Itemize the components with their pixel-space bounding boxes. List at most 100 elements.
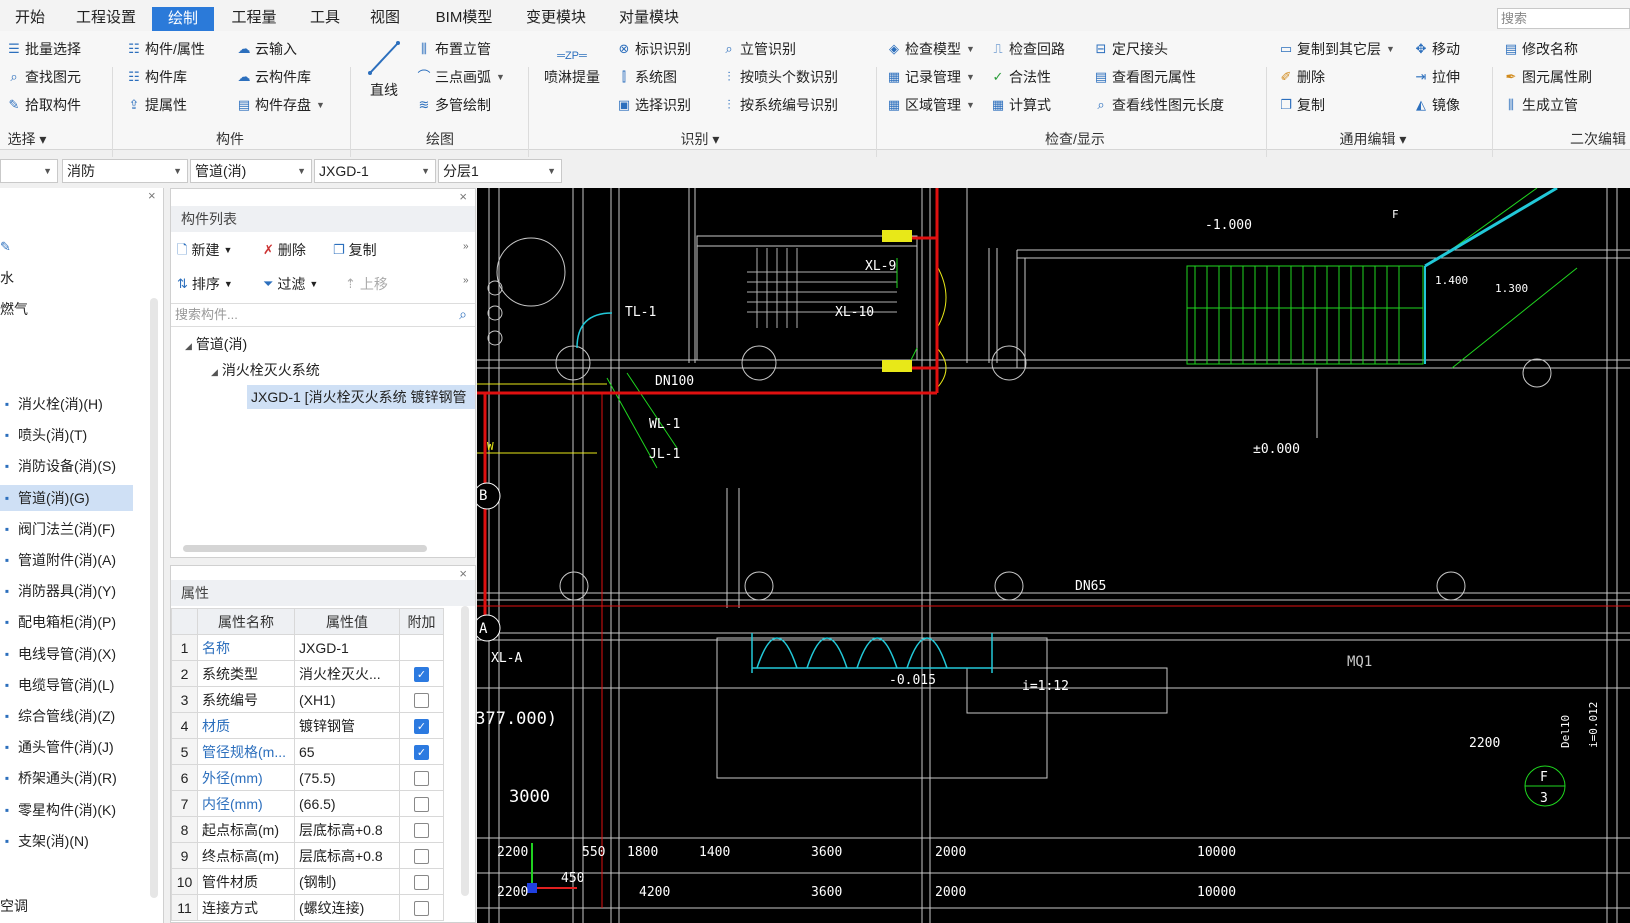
property-row[interactable]: 2 系统类型 消火栓灭火... ✓ [171,660,444,687]
nav-item[interactable]: ▪ 综合管线(消)(Z) [0,703,133,729]
property-row[interactable]: 11 连接方式 (螺纹连接) [171,894,444,921]
nav-item-gas[interactable]: 燃气 [0,296,60,322]
identify-group-label[interactable]: 识别 ▾ [670,130,730,148]
view-linear-length-button[interactable]: ⌕ 查看线性图元长度 [1093,93,1224,117]
place-riser-button[interactable]: ⫼ 布置立管 [416,37,491,61]
stretch-button[interactable]: ⇥ 拉伸 [1413,65,1460,89]
tree-node-root[interactable]: ◢ 管道(消) [185,334,247,354]
property-value[interactable]: (75.5) [294,764,400,791]
nav-scrollbar[interactable] [150,298,158,898]
more-icon[interactable]: » [463,241,469,252]
multi-pipe-button[interactable]: ≋ 多管绘制 [416,93,491,117]
extra-checkbox[interactable] [414,822,429,838]
mirror-button[interactable]: ◭ 镜像 [1413,93,1460,117]
type-select[interactable]: 管道(消) ▼ [190,159,312,183]
tree-node-component[interactable]: JXGD-1 [消火栓灭火系统 镀锌钢管 [247,385,475,409]
arc-3pt-button[interactable]: ⌒ 三点画弧 ▼ [416,65,504,89]
record-management-button[interactable]: ▦ 记录管理 ▼ [886,65,975,89]
extra-checkbox[interactable] [414,848,429,864]
cad-drawing-canvas[interactable]: -1.000 XL-9 XL-10 TL-1 DN100 WL-1 JL-1 ±… [477,188,1630,923]
filter-button[interactable]: ⏷ 过滤 ▼ [263,272,318,296]
empty-select[interactable]: ▼ [0,159,58,183]
nav-item-hvac[interactable]: 空调 [0,893,60,919]
property-value[interactable]: JXGD-1 [294,634,400,661]
property-row[interactable]: 9 终点标高(m) 层底标高+0.8 [171,842,444,869]
nav-item[interactable]: ▪ 桥架通头(消)(R) [0,765,133,791]
edit-group-label[interactable]: 通用编辑 ▾ [1330,130,1416,148]
nav-item[interactable]: ▪ 消防器具(消)(Y) [0,578,133,604]
tab-view[interactable]: 视图 [365,7,405,29]
line-button[interactable]: 直线 [362,37,406,109]
property-row[interactable]: 5 管径规格(m... 65 ✓ [171,738,444,765]
rename-button[interactable]: ▤ 修改名称 [1503,37,1578,61]
tab-quantity[interactable]: 工程量 [228,7,280,29]
sort-button[interactable]: ⇅ 排序 ▼ [177,272,233,296]
delete-button[interactable]: ✐ 删除 [1278,65,1325,89]
component-attr-button[interactable]: ☷ 构件/属性 [126,37,205,61]
identify-by-system-no-button[interactable]: ⫶ 按系统编号识别 [721,93,838,117]
property-row[interactable]: 10 管件材质 (钢制) [171,868,444,895]
layer-select[interactable]: 分层1 ▼ [438,159,562,183]
tab-compare-module[interactable]: 对量模块 [617,7,681,29]
attr-brush-button[interactable]: ✒ 图元属性刷 [1503,65,1592,89]
area-management-button[interactable]: ▦ 区域管理 ▼ [886,93,975,117]
property-row[interactable]: 6 外径(mm) (75.5) [171,764,444,791]
nav-item[interactable]: ▪ 阀门法兰(消)(F) [0,516,133,542]
property-row[interactable]: 7 内径(mm) (66.5) [171,790,444,817]
close-icon[interactable]: × [459,566,467,581]
select-identify-button[interactable]: ▣ 选择识别 [616,93,691,117]
tree-node-system[interactable]: ◢ 消火栓灭火系统 [211,360,320,380]
check-model-button[interactable]: ◈ 检查模型 ▼ [886,37,975,61]
check-loop-button[interactable]: ⎍ 检查回路 [990,37,1065,61]
extract-attr-button[interactable]: ⇪ 提属性 [126,93,187,117]
nav-item[interactable]: ▪ 管道附件(消)(A) [0,547,133,573]
more-icon[interactable]: » [463,275,469,286]
delete-component-button[interactable]: ✗ 删除 [263,238,306,262]
property-value[interactable]: 层底标高+0.8 [294,816,400,843]
tab-bim-model[interactable]: BIM模型 [432,7,496,29]
component-library-button[interactable]: ☷ 构件库 [126,65,187,89]
close-icon[interactable]: × [148,188,156,203]
properties-scrollbar[interactable] [461,606,469,896]
property-value[interactable]: (钢制) [294,868,400,895]
extra-checkbox[interactable] [414,796,429,812]
nav-item[interactable]: ▪ 喷头(消)(T) [0,422,133,448]
cloud-input-button[interactable]: ☁ 云输入 [236,37,298,61]
close-icon[interactable]: × [459,189,467,204]
property-row[interactable]: 3 系统编号 (XH1) [171,686,444,713]
horizontal-scrollbar[interactable] [183,545,427,552]
property-value[interactable]: (XH1) [294,686,400,713]
move-button[interactable]: ✥ 移动 [1413,37,1460,61]
component-select[interactable]: JXGD-1 ▼ [314,159,436,183]
property-row[interactable]: 4 材质 镀锌钢管 ✓ [171,712,444,739]
copy-button[interactable]: ❐ 复制 [1278,93,1325,117]
property-row[interactable]: 8 起点标高(m) 层底标高+0.8 [171,816,444,843]
discipline-select[interactable]: 消防 ▼ [62,159,188,183]
property-value[interactable]: 镀锌钢管 [294,712,400,739]
property-value[interactable]: 层底标高+0.8 [294,842,400,869]
nav-item[interactable]: ▪ 消防设备(消)(S) [0,453,133,479]
fixed-joint-button[interactable]: ⊟ 定尺接头 [1093,37,1168,61]
generate-riser-button[interactable]: ⫼ 生成立管 [1503,93,1578,117]
nav-item[interactable]: ▪ 支架(消)(N) [0,828,133,854]
component-save-button[interactable]: ▤ 构件存盘 ▼ [236,93,325,117]
tab-project-settings[interactable]: 工程设置 [72,7,140,29]
search-icon[interactable]: ⌕ [459,306,467,323]
nav-item[interactable]: ▪ 消火栓(消)(H) [0,391,133,417]
select-group-label[interactable]: 选择 ▾ [0,130,54,148]
extra-checkbox[interactable]: ✓ [414,718,429,734]
extra-checkbox[interactable] [414,692,429,708]
pick-component-button[interactable]: ✎ 拾取构件 [6,93,81,117]
component-search-input[interactable]: 搜索构件... [171,303,475,327]
formula-button[interactable]: ▦ 计算式 [990,93,1051,117]
view-element-attr-button[interactable]: ▤ 查看图元属性 [1093,65,1196,89]
tab-tools[interactable]: 工具 [305,7,345,29]
nav-item[interactable]: ▪ 零星构件(消)(K) [0,797,133,823]
nav-item-water[interactable]: 水 [0,265,60,291]
edit-icon[interactable]: ✎ [0,239,11,255]
sprinkler-extract-button[interactable]: ═ZP═ 喷淋提量 [540,45,604,105]
extra-checkbox[interactable]: ✓ [414,744,429,760]
copy-component-button[interactable]: ❐ 复制 [333,238,377,262]
nav-item[interactable]: ▪ 通头管件(消)(J) [0,734,133,760]
move-up-button[interactable]: ⇡ 上移 [345,272,388,296]
